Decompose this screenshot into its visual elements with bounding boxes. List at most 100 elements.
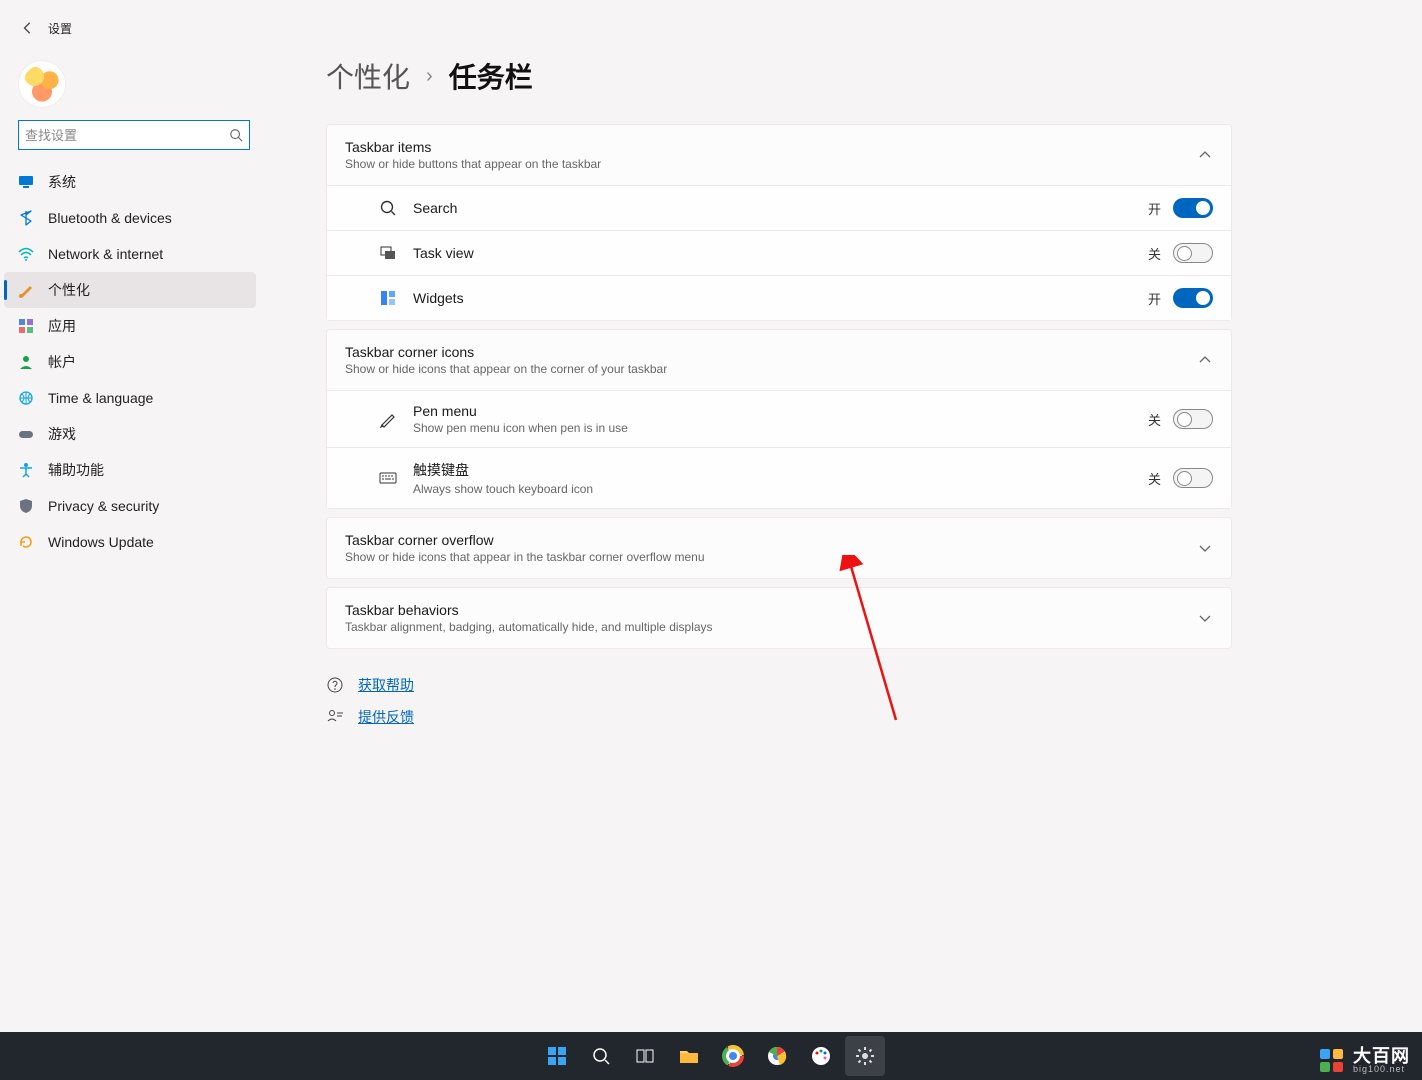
system-taskbar: 大百网 big100.net [0,1032,1422,1080]
watermark-sub: big100.net [1353,1065,1410,1074]
section-behaviors[interactable]: Taskbar behaviors Taskbar alignment, bad… [326,587,1232,649]
row-search: Search 开 [327,185,1231,230]
toggle-pen[interactable] [1173,409,1213,429]
watermark-logo-icon [1319,1048,1345,1074]
toggle-state: 关 [1148,410,1161,429]
main-content: 个性化 › 任务栏 Taskbar items Show or hide but… [260,0,1422,1032]
nav-accessibility[interactable]: 辅助功能 [0,452,260,488]
toggle-taskview[interactable] [1173,243,1213,263]
help-icon [326,676,344,694]
monitor-icon [18,174,34,190]
section-title: Taskbar corner overflow [345,532,1197,548]
help-links: 获取帮助 提供反馈 [326,669,1232,733]
row-taskview: Task view 关 [327,230,1231,275]
shield-icon [18,498,34,514]
keyboard-icon [379,469,397,487]
search-icon [229,128,243,142]
game-icon [18,426,34,442]
search-input[interactable] [25,128,229,143]
get-help-link[interactable]: 获取帮助 [326,669,1232,701]
chevron-down-icon [1197,540,1213,556]
toggle-search[interactable] [1173,198,1213,218]
section-subtitle: Show or hide buttons that appear on the … [345,157,1197,171]
section-title: Taskbar items [345,139,1197,155]
chevron-up-icon [1197,352,1213,368]
bluetooth-icon [18,210,34,226]
nav-update[interactable]: Windows Update [0,524,260,560]
nav-label: Privacy & security [48,498,159,514]
row-sublabel: Always show touch keyboard icon [413,482,1148,496]
section-header-items[interactable]: Taskbar items Show or hide buttons that … [327,125,1231,185]
taskbar-start[interactable] [537,1036,577,1076]
nav-label: Time & language [48,390,153,406]
toggle-state: 关 [1148,244,1161,263]
nav-time[interactable]: Time & language [0,380,260,416]
nav-label: Windows Update [48,534,154,550]
help-text[interactable]: 获取帮助 [358,675,414,695]
nav-personalization[interactable]: 个性化 [4,272,256,308]
nav-bluetooth[interactable]: Bluetooth & devices [0,200,260,236]
user-avatar[interactable] [18,60,66,108]
nav-account[interactable]: 帐户 [0,344,260,380]
nav-system[interactable]: 系统 [0,164,260,200]
row-sublabel: Show pen menu icon when pen is in use [413,421,1148,435]
search-box[interactable] [18,120,250,150]
watermark-name: 大百网 [1353,1047,1410,1065]
nav-games[interactable]: 游戏 [0,416,260,452]
section-overflow[interactable]: Taskbar corner overflow Show or hide ico… [326,517,1232,579]
globe-icon [18,390,34,406]
row-touch-keyboard: 触摸键盘 Always show touch keyboard icon 关 [327,447,1231,508]
row-label: Pen menu [413,403,1148,419]
toggle-touch-keyboard[interactable] [1173,468,1213,488]
feedback-link[interactable]: 提供反馈 [326,701,1232,733]
taskview-icon [379,244,397,262]
taskbar-chrome[interactable] [713,1036,753,1076]
section-subtitle: Taskbar alignment, badging, automaticall… [345,620,1197,634]
taskbar-paint[interactable] [801,1036,841,1076]
wifi-icon [18,246,34,262]
toggle-widgets[interactable] [1173,288,1213,308]
taskbar-taskview[interactable] [625,1036,665,1076]
watermark: 大百网 big100.net [1319,1047,1410,1074]
breadcrumb-current: 任务栏 [449,56,533,96]
back-button[interactable] [12,12,44,44]
section-subtitle: Show or hide icons that appear on the co… [345,362,1197,376]
section-taskbar-items: Taskbar items Show or hide buttons that … [326,124,1232,321]
row-pen-menu: Pen menu Show pen menu icon when pen is … [327,390,1231,447]
nav-label: 系统 [48,172,76,192]
nav-label: 帐户 [48,352,76,372]
nav-label: 应用 [48,316,76,336]
row-widgets: Widgets 开 [327,275,1231,320]
taskbar-settings[interactable] [845,1036,885,1076]
chevron-down-icon [1197,610,1213,626]
breadcrumb-separator: › [426,65,433,88]
widgets-icon [379,289,397,307]
taskbar-search[interactable] [581,1036,621,1076]
section-header-corner[interactable]: Taskbar corner icons Show or hide icons … [327,330,1231,390]
nav-label: Bluetooth & devices [48,210,172,226]
taskbar-explorer[interactable] [669,1036,709,1076]
accessibility-icon [18,462,34,478]
nav-label: 个性化 [48,280,90,300]
row-label: Search [413,200,1148,216]
feedback-icon [326,708,344,726]
app-title: 设置 [48,20,72,37]
nav-label: 游戏 [48,424,76,444]
taskbar-chrome2[interactable] [757,1036,797,1076]
toggle-state: 关 [1148,469,1161,488]
nav-privacy[interactable]: Privacy & security [0,488,260,524]
nav-label: Network & internet [48,246,163,262]
toggle-state: 开 [1148,289,1161,308]
breadcrumb: 个性化 › 任务栏 [326,56,1232,96]
row-label: 触摸键盘 [413,460,1148,480]
section-title: Taskbar corner icons [345,344,1197,360]
feedback-text[interactable]: 提供反馈 [358,707,414,727]
nav-network[interactable]: Network & internet [0,236,260,272]
nav-apps[interactable]: 应用 [0,308,260,344]
section-corner-icons: Taskbar corner icons Show or hide icons … [326,329,1232,509]
pen-icon [379,410,397,428]
breadcrumb-parent[interactable]: 个性化 [326,56,410,96]
nav-list: 系统 Bluetooth & devices Network & interne… [0,164,260,560]
row-label: Widgets [413,290,1148,306]
brush-icon [18,282,34,298]
